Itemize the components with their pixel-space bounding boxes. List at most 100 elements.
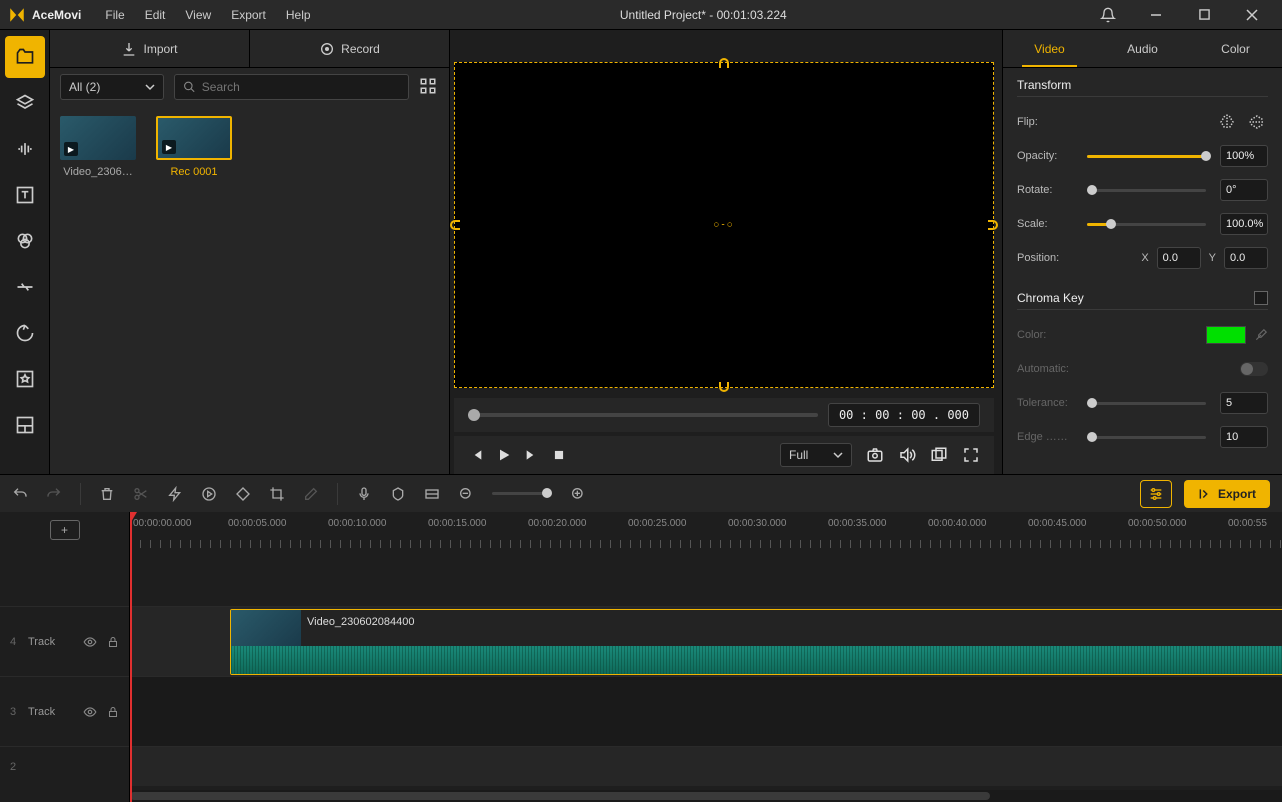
tab-record[interactable]: Record (250, 30, 449, 67)
notifications-icon[interactable] (1086, 0, 1130, 30)
resize-handle-left[interactable] (450, 220, 460, 230)
maximize-button[interactable] (1182, 0, 1226, 30)
preview-timecode[interactable]: 00 : 00 : 00 . 000 (828, 403, 980, 427)
chroma-enable-checkbox[interactable] (1254, 291, 1268, 305)
voiceover-button[interactable] (356, 486, 372, 502)
timeline-scrollbar[interactable] (130, 790, 1282, 802)
flip-vertical-button[interactable] (1246, 111, 1268, 133)
tab-import[interactable]: Import (50, 30, 250, 67)
track-lane[interactable]: Video_230602084400 (130, 606, 1282, 676)
rotate-slider[interactable] (1087, 189, 1206, 192)
marker-button[interactable] (390, 486, 406, 502)
play-button[interactable] (496, 447, 512, 463)
edit-button[interactable] (303, 486, 319, 502)
timeline-tracks-area[interactable]: 00:00:00.000 00:00:05.000 00:00:10.000 0… (130, 512, 1282, 802)
speed-button[interactable] (167, 486, 183, 502)
clip[interactable]: Video_230602084400 (230, 609, 1282, 675)
menu-help[interactable]: Help (276, 0, 321, 30)
preview-scrub-slider[interactable] (468, 413, 818, 417)
properties-panel: Video Audio Color Transform Flip: Opacit… (1002, 30, 1282, 474)
pos-x-input[interactable]: 0.0 (1157, 247, 1201, 269)
track-lane[interactable] (130, 746, 1282, 786)
rail-media[interactable] (5, 36, 45, 78)
zoom-out-button[interactable] (458, 486, 474, 502)
rail-animations[interactable] (5, 312, 45, 354)
label-chroma-color: Color: (1017, 329, 1073, 341)
menu-file[interactable]: File (95, 0, 134, 30)
delete-button[interactable] (99, 486, 115, 502)
media-item[interactable]: ▶ Rec 0001 (156, 116, 232, 178)
rail-text[interactable] (5, 174, 45, 216)
timeline-ruler[interactable]: 00:00:00.000 00:00:05.000 00:00:10.000 0… (130, 512, 1282, 548)
playhead[interactable] (130, 512, 132, 802)
track-lock-toggle[interactable] (107, 636, 119, 648)
media-filter-dropdown[interactable]: All (2) (60, 74, 164, 100)
menu-view[interactable]: View (175, 0, 221, 30)
prop-tab-video[interactable]: Video (1003, 30, 1096, 67)
pos-x-label: X (1141, 252, 1148, 264)
split-button[interactable] (133, 486, 149, 502)
rail-elements[interactable] (5, 358, 45, 400)
rail-transitions[interactable] (5, 266, 45, 308)
fullscreen-button[interactable] (962, 446, 980, 464)
volume-button[interactable] (898, 446, 916, 464)
menu-export[interactable]: Export (221, 0, 276, 30)
track-lock-toggle[interactable] (107, 706, 119, 718)
resize-handle-bottom[interactable] (719, 382, 729, 392)
zoom-in-button[interactable] (570, 486, 586, 502)
media-search[interactable] (174, 74, 409, 100)
aspect-button[interactable] (424, 486, 440, 502)
prop-tab-audio[interactable]: Audio (1096, 30, 1189, 67)
track-lane[interactable] (130, 676, 1282, 746)
prop-tab-color[interactable]: Color (1189, 30, 1282, 67)
eyedropper-icon[interactable] (1254, 328, 1268, 342)
track-visibility-toggle[interactable] (83, 705, 97, 719)
adjustments-button[interactable] (1140, 480, 1172, 508)
flip-horizontal-button[interactable] (1216, 111, 1238, 133)
resize-handle-right[interactable] (988, 220, 998, 230)
view-grid-icon[interactable] (419, 77, 439, 97)
menu-edit[interactable]: Edit (135, 0, 176, 30)
opacity-slider[interactable] (1087, 155, 1206, 158)
rail-audio[interactable] (5, 128, 45, 170)
scale-slider[interactable] (1087, 223, 1206, 226)
resize-handle-top[interactable] (719, 58, 729, 68)
prev-frame-button[interactable] (468, 447, 484, 463)
zoom-slider[interactable] (492, 492, 552, 495)
timeline-toolbar: Export (0, 474, 1282, 512)
opacity-value[interactable]: 100% (1220, 145, 1268, 167)
export-button[interactable]: Export (1184, 480, 1270, 508)
reverse-button[interactable] (201, 486, 217, 502)
chroma-color-swatch[interactable] (1206, 326, 1246, 344)
stop-button[interactable] (552, 448, 566, 462)
next-frame-button[interactable] (524, 447, 540, 463)
tab-import-label: Import (143, 42, 177, 56)
media-label: Rec 0001 (156, 166, 232, 178)
edge-slider[interactable] (1087, 436, 1206, 439)
search-input[interactable] (202, 80, 400, 94)
rail-filters[interactable] (5, 220, 45, 262)
pos-y-input[interactable]: 0.0 (1224, 247, 1268, 269)
chroma-auto-toggle[interactable] (1240, 362, 1268, 376)
crop-button[interactable] (269, 486, 285, 502)
rotate-value[interactable]: 0° (1220, 179, 1268, 201)
scale-value[interactable]: 100.0% (1220, 213, 1268, 235)
close-button[interactable] (1230, 0, 1274, 30)
preview-canvas[interactable]: ○-○ (454, 62, 994, 388)
rail-stock[interactable] (5, 82, 45, 124)
tolerance-value[interactable]: 5 (1220, 392, 1268, 414)
fit-dropdown[interactable]: Full (780, 443, 852, 467)
add-track-button[interactable]: + (50, 520, 80, 540)
tolerance-slider[interactable] (1087, 402, 1206, 405)
detach-preview-button[interactable] (930, 446, 948, 464)
redo-button[interactable] (46, 486, 62, 502)
edge-value[interactable]: 10 (1220, 426, 1268, 448)
media-item[interactable]: ▶ Video_2306… (60, 116, 136, 178)
track-visibility-toggle[interactable] (83, 635, 97, 649)
snapshot-button[interactable] (866, 446, 884, 464)
undo-button[interactable] (12, 486, 28, 502)
minimize-button[interactable] (1134, 0, 1178, 30)
keyframe-button[interactable] (235, 486, 251, 502)
rail-split[interactable] (5, 404, 45, 446)
tool-rail (0, 30, 50, 474)
